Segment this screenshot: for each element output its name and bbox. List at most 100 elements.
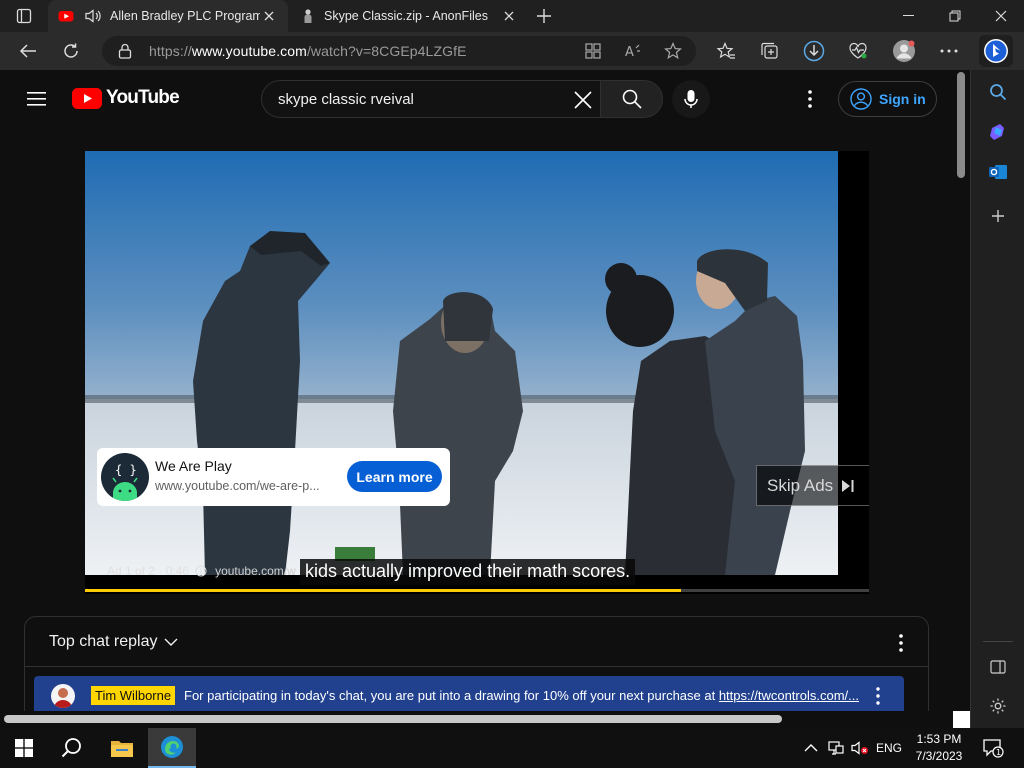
tab-title: Skype Classic.zip - AnonFiles [324,9,488,23]
read-aloud-icon[interactable]: A [624,42,642,60]
taskbar-search-icon[interactable] [48,728,96,768]
video-player[interactable]: { } We Are Play www.youtube.com/we-are-p… [85,151,869,594]
ad-card[interactable]: { } We Are Play www.youtube.com/we-are-p… [97,448,450,506]
info-icon[interactable] [195,565,207,577]
minimize-icon[interactable] [886,0,932,32]
logo-text: YouTube [106,87,180,108]
menu-icon[interactable] [27,91,46,112]
sidebar-settings-icon[interactable] [986,694,1010,718]
anonfiles-favicon-icon [304,9,312,23]
message-more-icon[interactable] [872,685,884,707]
scroll-corner [953,711,970,728]
close-icon[interactable] [260,7,278,25]
bing-copilot-icon[interactable] [979,35,1013,67]
skip-ads-button[interactable]: Skip Ads [756,465,869,506]
browser-tab-strip: Allen Bradley PLC Programmi Skype Classi… [0,0,1024,32]
caption-text: kids actually improved their math scores… [300,559,636,585]
app-available-icon[interactable] [584,42,602,60]
profile-avatar[interactable] [890,37,918,65]
ad-progress-fill [85,589,681,592]
browser-essentials-icon[interactable] [844,37,872,65]
sidebar-divider [983,641,1013,642]
learn-more-button[interactable]: Learn more [347,461,442,492]
volume-muted-icon[interactable] [848,728,872,768]
back-icon[interactable] [14,37,42,65]
ad-counter: Ad 1 of 2 · 0:46 [107,564,190,578]
live-chat-panel: Top chat replay Tim Wilborne For partici… [24,616,929,714]
address-bar[interactable]: https://www.youtube.com/watch?v=8CGEp4LZ… [102,36,696,66]
sidebar-outlook-icon[interactable] [986,160,1010,184]
speaker-icon[interactable] [84,8,102,24]
url-text[interactable]: https://www.youtube.com/watch?v=8CGEp4LZ… [149,43,467,59]
youtube-play-icon [72,87,102,109]
browser-toolbar: https://www.youtube.com/watch?v=8CGEp4LZ… [0,32,1024,70]
notifications-icon[interactable]: 1 [978,728,1008,768]
ad-progress-bar[interactable] [85,589,869,592]
favorites-icon[interactable] [712,37,740,65]
url-scheme: https:// [149,43,192,59]
restore-icon[interactable] [932,0,978,32]
search-box[interactable]: skype classic rveival [261,80,601,118]
settings-more-icon[interactable] [800,86,820,112]
search-input[interactable]: skype classic rveival [278,91,414,108]
close-icon[interactable] [500,7,518,25]
skip-next-icon [842,479,854,492]
collections-icon[interactable] [756,37,784,65]
url-path: /watch?v=8CGEp4LZGfE [306,43,467,59]
author-avatar[interactable] [51,684,75,708]
downloads-icon[interactable] [800,37,828,65]
message-link[interactable]: https://twcontrols.com/... [719,688,859,703]
sign-in-button[interactable]: Sign in [838,81,937,117]
pinned-message[interactable]: Tim Wilborne For participating in today'… [34,676,904,714]
youtube-favicon-icon [58,11,74,22]
search-button[interactable] [600,80,663,118]
system-clock[interactable]: 1:53 PM 7/3/2023 [912,731,966,765]
sidebar-search-icon[interactable] [986,80,1010,104]
language-indicator[interactable]: ENG [872,728,906,768]
edge-taskbar-icon[interactable] [148,728,196,768]
new-tab-icon[interactable] [534,6,554,26]
advertiser-logo: { } [101,453,149,501]
advertiser-link[interactable]: www.youtube.com/we-are-p... [155,479,330,493]
youtube-page: YouTube skype classic rveival Sign in {… [0,70,970,714]
ad-domain[interactable]: youtube.com/w [215,564,297,578]
horizontal-scrollbar[interactable] [4,715,782,723]
svg-text:A: A [625,45,634,60]
advertiser-name: We Are Play [155,458,232,474]
sidebar-copilot-icon[interactable] [986,120,1010,144]
ad-info: Ad 1 of 2 · 0:46 youtube.com/w [107,564,297,578]
chat-mode-dropdown[interactable]: Top chat replay [49,633,178,651]
chat-more-icon[interactable] [894,631,908,655]
tab-anonfiles[interactable]: Skype Classic.zip - AnonFiles [290,0,528,32]
sign-in-label: Sign in [879,91,926,107]
hide-sidebar-icon[interactable] [986,655,1010,679]
chevron-down-icon [164,638,178,646]
svg-text:{ }: { } [115,463,137,477]
more-options-icon[interactable] [935,37,963,65]
start-icon[interactable] [0,728,48,768]
tab-youtube[interactable]: Allen Bradley PLC Programmi [48,0,288,32]
file-explorer-icon[interactable] [98,728,146,768]
search-icon [622,89,642,109]
clock-date: 7/3/2023 [915,749,963,763]
url-host: www.youtube.com [191,43,307,59]
sidebar-add-icon[interactable] [986,204,1010,228]
youtube-logo[interactable]: YouTube [72,87,180,109]
favorite-star-icon[interactable] [664,42,682,60]
voice-search-button[interactable] [672,80,710,118]
video-frame[interactable] [85,151,838,575]
chat-header-label: Top chat replay [49,633,158,650]
author-name[interactable]: Tim Wilborne [91,686,176,705]
network-icon[interactable] [824,728,848,768]
clear-search-icon[interactable] [571,88,595,112]
account-icon [850,88,872,110]
lock-icon[interactable] [118,43,132,59]
skip-ads-label: Skip Ads [767,475,834,495]
page-scrollbar[interactable] [957,72,965,178]
message-text: For participating in today's chat, you a… [184,688,864,703]
show-hidden-icons-icon[interactable] [798,728,824,768]
tab-actions-icon[interactable] [8,5,40,27]
window-close-icon[interactable] [978,0,1024,32]
refresh-icon[interactable] [57,37,85,65]
edge-sidebar [970,70,1024,728]
